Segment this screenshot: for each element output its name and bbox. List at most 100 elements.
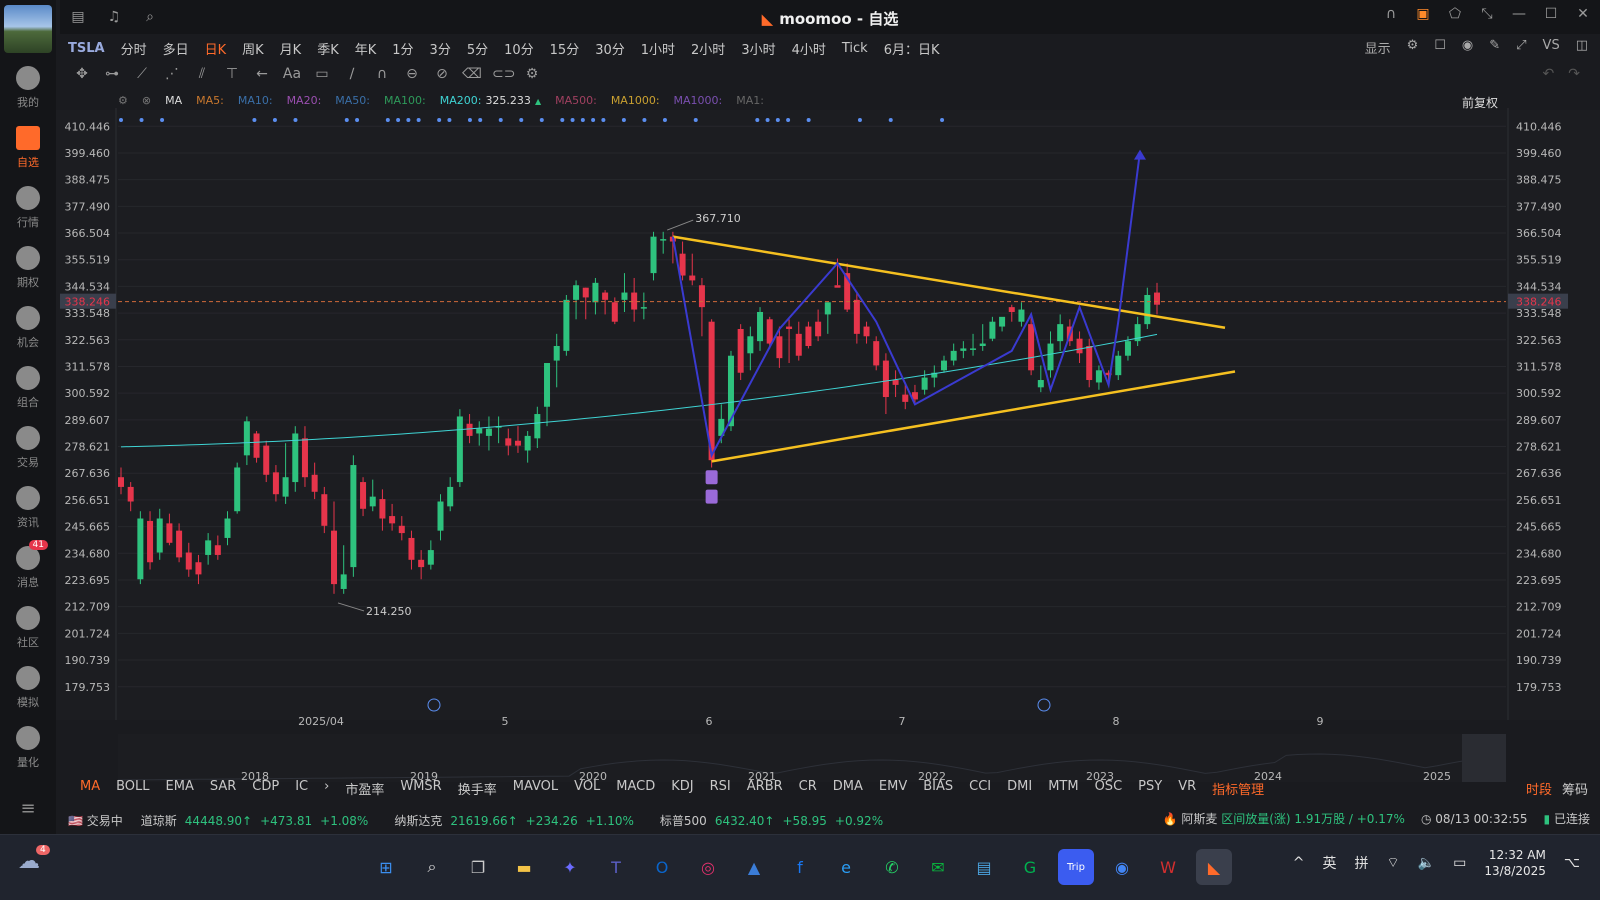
search-icon[interactable]: ⌕ <box>414 849 450 885</box>
task-view-icon[interactable]: ❐ <box>460 849 496 885</box>
candle-body <box>505 438 512 446</box>
indicator-tab[interactable]: CDP <box>244 779 287 798</box>
candle-body <box>863 326 870 337</box>
windows-start-icon[interactable]: ⊞ <box>368 849 404 885</box>
status-bar: 🇺🇸 交易中 道琼斯 44448.90↑ +473.81 +1.08% 纳斯达克 2161… <box>60 810 1600 830</box>
price-tick-right: 256.651 <box>1516 494 1562 507</box>
event-dot <box>252 118 257 122</box>
indicator-tab[interactable]: PSY <box>1130 779 1170 798</box>
indicator-tabs: MA BOLL EMA SAR CDP IC › 市盈率 WMSR 换手率 MAVOL VOL MACD… <box>72 779 1272 798</box>
status-time: 08/13 00:32:55 <box>1435 811 1528 826</box>
candle-body <box>514 440 521 446</box>
indicator-right-tab[interactable]: 筹码 <box>1562 779 1588 798</box>
index-quote[interactable]: 道琼斯 44448.90↑ +473.81 +1.08% <box>141 812 377 829</box>
indicator-manage-button[interactable]: 指标管理 <box>1204 779 1272 798</box>
indicator-tab[interactable]: IC <box>287 779 316 798</box>
candle-body <box>573 285 580 300</box>
indicator-tab[interactable]: MTM <box>1040 779 1086 798</box>
indicator-tab[interactable]: EMV <box>871 779 915 798</box>
price-tick-right: 190.739 <box>1516 654 1562 667</box>
instagram-icon[interactable]: ◎ <box>690 849 726 885</box>
indicator-tab[interactable]: MAVOL <box>505 779 566 798</box>
photos-icon[interactable]: ▲ <box>736 849 772 885</box>
price-tick-right: 289.607 <box>1516 414 1562 427</box>
event-dot <box>662 118 667 122</box>
price-tick-left: 388.475 <box>65 174 111 187</box>
event-dot <box>560 118 565 122</box>
candle-body <box>834 285 841 288</box>
indicator-tab[interactable]: BOLL <box>108 779 157 798</box>
indicator-tab[interactable]: KDJ <box>663 779 701 798</box>
price-tick-right: 322.563 <box>1516 334 1562 347</box>
indicator-tab[interactable]: OSC <box>1087 779 1131 798</box>
lang-indicator[interactable]: 英 <box>1322 853 1336 873</box>
indicator-tab[interactable]: 市盈率 <box>337 779 392 798</box>
indicator-tab[interactable]: 换手率 <box>450 779 505 798</box>
edge-icon[interactable]: e <box>828 849 864 885</box>
candle-body <box>234 467 241 512</box>
index-quote[interactable]: 标普500 6432.40↑ +58.95 +0.92% <box>660 812 891 829</box>
whatsapp-icon[interactable]: ✆ <box>874 849 910 885</box>
weather-widget[interactable]: ☁ 4 <box>18 845 54 885</box>
candle-body <box>311 474 318 492</box>
moomoo-icon[interactable]: ◣ <box>1196 849 1232 885</box>
indicator-tab[interactable]: EMA <box>158 779 202 798</box>
chrome-icon[interactable]: ◉ <box>1104 849 1140 885</box>
index-name: 道琼斯 <box>140 813 177 828</box>
indicator-tab[interactable]: ARBR <box>739 779 791 798</box>
news-name: 阿斯麦 <box>1181 812 1218 826</box>
notification-icon[interactable]: ⌥ <box>1564 855 1580 871</box>
copilot-icon[interactable]: ✦ <box>552 849 588 885</box>
indicator-tab[interactable]: MACD <box>608 779 663 798</box>
news-ticker[interactable]: 🔥 阿斯麦 区间放量(涨) 1.91万股 / +0.17% <box>1163 810 1405 827</box>
indicator-tab[interactable]: VR <box>1170 779 1204 798</box>
candle-body <box>456 416 463 483</box>
indicator-tab[interactable]: DMI <box>999 779 1040 798</box>
trip-icon[interactable]: Trip <box>1058 849 1094 885</box>
price-tick-right: 267.636 <box>1516 467 1562 480</box>
price-tick-right: 234.680 <box>1516 547 1562 560</box>
teams-icon[interactable]: T <box>598 849 634 885</box>
index-quote[interactable]: 纳斯达克 21619.66↑ +234.26 +1.10% <box>394 812 642 829</box>
event-dot <box>888 118 893 122</box>
indicator-tab[interactable]: RSI <box>702 779 739 798</box>
indicator-tab[interactable]: › <box>316 779 337 798</box>
file-explorer-icon[interactable]: ▬ <box>506 849 542 885</box>
price-tick-right: 245.665 <box>1516 521 1562 534</box>
indicator-tab[interactable]: CR <box>791 779 825 798</box>
event-dot <box>940 118 945 122</box>
index-value: 44448.90↑ <box>184 813 253 828</box>
candlestick-chart[interactable]: 410.446 410.446 399.460 399.460 388.475 388.4… <box>0 0 1600 900</box>
current-price-left: 338.246 <box>65 296 111 309</box>
candle-body <box>1028 324 1035 371</box>
battery-icon[interactable]: ▭ <box>1453 855 1466 871</box>
indicator-tab[interactable]: MA <box>72 779 108 798</box>
clock[interactable]: 12:32 AM 13/8/2025 <box>1484 847 1546 879</box>
outlook-icon[interactable]: O <box>644 849 680 885</box>
indicator-tab[interactable]: CCI <box>961 779 999 798</box>
event-dot <box>160 118 165 122</box>
indicator-tab[interactable]: SAR <box>202 779 244 798</box>
tray-chevron-icon[interactable]: ^ <box>1293 855 1305 871</box>
grab-icon[interactable]: G <box>1012 849 1048 885</box>
indicator-tab[interactable]: BIAS <box>915 779 961 798</box>
wifi-icon[interactable]: ⌔ <box>1386 854 1399 872</box>
event-dot <box>621 118 626 122</box>
indicator-tab[interactable]: WMSR <box>392 779 449 798</box>
indicator-tab[interactable]: DMA <box>825 779 871 798</box>
indicator-right-tab[interactable]: 时段 <box>1526 779 1552 798</box>
candle-body <box>253 433 260 458</box>
indicator-tab[interactable]: VOL <box>566 779 608 798</box>
price-tick-left: 201.724 <box>65 627 111 640</box>
ime-indicator[interactable]: 拼 <box>1354 853 1368 873</box>
wps-icon[interactable]: W <box>1150 849 1186 885</box>
indicator-right: 时段 筹码 <box>1526 779 1588 798</box>
clock-time: 12:32 AM <box>1488 848 1546 862</box>
price-tick-left: 190.739 <box>65 654 111 667</box>
candle-body <box>640 307 647 309</box>
notepad-icon[interactable]: ▤ <box>966 849 1002 885</box>
facebook-icon[interactable]: f <box>782 849 818 885</box>
price-tick-right: 212.709 <box>1516 601 1562 614</box>
volume-icon[interactable]: 🔈 <box>1418 855 1435 871</box>
wechat-icon[interactable]: ✉ <box>920 849 956 885</box>
